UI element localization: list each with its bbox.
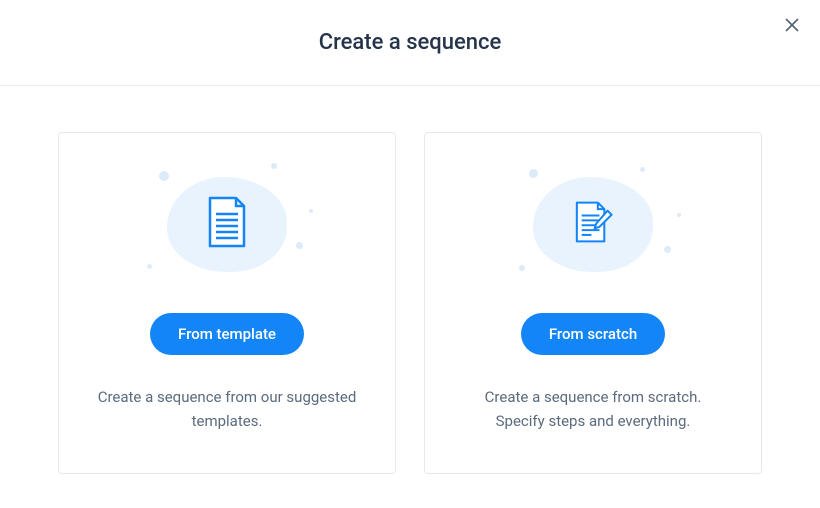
- option-card-template: From template Create a sequence from our…: [58, 132, 396, 474]
- document-icon: [206, 196, 248, 252]
- close-icon: [785, 18, 799, 35]
- template-illustration: [127, 159, 327, 289]
- modal-title: Create a sequence: [319, 30, 502, 55]
- options-container: From template Create a sequence from our…: [0, 86, 820, 474]
- scratch-illustration: [493, 159, 693, 289]
- scratch-description: Create a sequence from scratch. Specify …: [463, 385, 723, 433]
- modal-header: Create a sequence: [0, 0, 820, 86]
- document-edit-icon: [572, 196, 614, 252]
- from-scratch-button[interactable]: From scratch: [521, 313, 665, 355]
- from-template-button[interactable]: From template: [150, 313, 304, 355]
- template-description: Create a sequence from our suggested tem…: [97, 385, 357, 433]
- close-button[interactable]: [780, 14, 804, 38]
- option-card-scratch: From scratch Create a sequence from scra…: [424, 132, 762, 474]
